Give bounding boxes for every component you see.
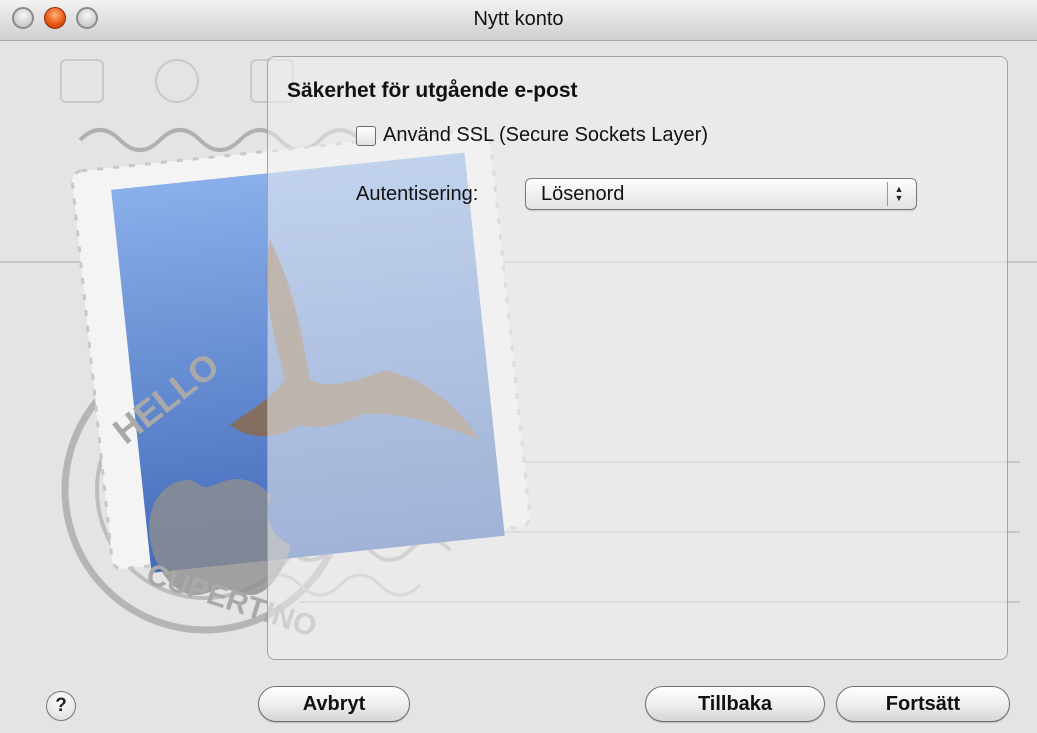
back-button[interactable]: Tillbaka — [645, 686, 825, 722]
window-title: Nytt konto — [473, 8, 564, 30]
help-button[interactable]: ? — [46, 691, 76, 721]
section-title: Säkerhet för utgående e-post — [287, 79, 578, 102]
popup-arrows-icon: ▲ ▼ — [887, 182, 910, 206]
continue-button[interactable]: Fortsätt — [836, 686, 1010, 722]
new-account-window: Nytt konto HELLO CUPERTINO Säkerhet för … — [0, 0, 1037, 733]
title-bar[interactable]: Nytt konto — [0, 0, 1037, 41]
authentication-popup-value: Lösenord — [541, 183, 625, 205]
cancel-button[interactable]: Avbryt — [258, 686, 410, 722]
authentication-popup[interactable]: Lösenord ▲ ▼ — [525, 178, 917, 210]
ssl-checkbox-label[interactable]: Använd SSL (Secure Sockets Layer) — [383, 124, 708, 147]
authentication-label: Autentisering: — [356, 183, 479, 205]
ssl-checkbox[interactable] — [356, 126, 376, 146]
